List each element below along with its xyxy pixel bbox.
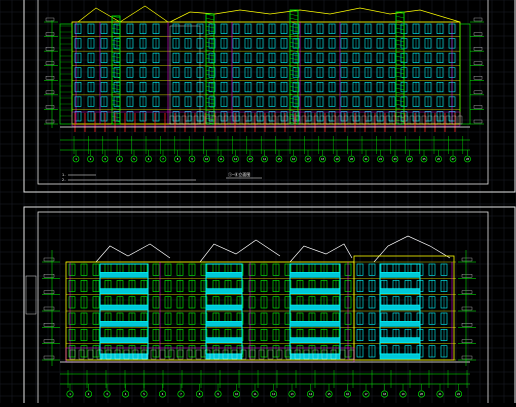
axis-number: 15	[327, 392, 331, 396]
axis-number: 12	[234, 157, 238, 161]
axis-number: 13	[290, 392, 294, 396]
balcony-rail	[289, 321, 341, 327]
axis-number: 16	[292, 157, 296, 161]
axis-number: 24	[408, 157, 412, 161]
axis-number: 19	[401, 392, 405, 396]
balcony-rail	[379, 353, 421, 360]
axis-number: 18	[321, 157, 325, 161]
balcony-rail	[289, 304, 341, 311]
balcony-rail	[379, 337, 421, 343]
balcony-rail	[289, 337, 341, 343]
balcony-rail	[205, 353, 243, 360]
axis-number: 10	[235, 392, 239, 396]
axis-number: 11	[219, 157, 223, 161]
balcony-rail	[99, 321, 149, 327]
axis-number: 21	[364, 157, 368, 161]
axis-number: 16	[346, 392, 350, 396]
axis-number: 14	[263, 157, 267, 161]
axis-number: 28	[466, 157, 470, 161]
axis-number: 22	[457, 392, 461, 396]
axis-number: 17	[306, 157, 310, 161]
balcony-rail	[289, 353, 341, 360]
note-line-1: 1.	[62, 173, 66, 177]
balcony-rail	[289, 288, 341, 294]
balcony-rail	[379, 272, 421, 278]
axis-number: 25	[422, 157, 426, 161]
axis-number: 13	[248, 157, 252, 161]
axis-number: 10	[205, 157, 209, 161]
balcony-rail	[205, 337, 243, 343]
balcony-rail	[205, 304, 243, 311]
balcony-rail	[205, 272, 243, 278]
balcony-rail	[99, 337, 149, 343]
cad-drawing-viewport[interactable]: 1 2 3 4 5 6 7 8 9 10 11 12 13 14 15 16 17 18 19 20 21 22 23 24 2…	[0, 0, 516, 407]
axis-number: 15	[277, 157, 281, 161]
balcony-rail	[205, 321, 243, 327]
balcony-rail	[99, 272, 149, 278]
axis-number: 11	[253, 392, 257, 396]
drawing-title-top: ①—⑧立面图	[228, 171, 250, 177]
balcony-rail	[289, 272, 341, 278]
axis-number: 20	[420, 392, 424, 396]
balcony-rail	[99, 304, 149, 311]
axis-number: 22	[379, 157, 383, 161]
axis-number: 14	[309, 392, 313, 396]
axis-number: 19	[335, 157, 339, 161]
balcony-rail	[379, 288, 421, 294]
balcony-rail	[205, 288, 243, 294]
axis-number: 23	[393, 157, 397, 161]
balcony-rail	[379, 304, 421, 311]
note-line-2: 2.	[62, 178, 66, 182]
axis-number: 17	[364, 392, 368, 396]
balcony-rail	[379, 321, 421, 327]
axis-number: 18	[383, 392, 387, 396]
axis-number: 21	[438, 392, 442, 396]
axis-number: 12	[272, 392, 276, 396]
axis-number: 20	[350, 157, 354, 161]
axis-number: 27	[451, 157, 455, 161]
viewport-background	[0, 0, 516, 403]
balcony-rail	[99, 288, 149, 294]
axis-number: 26	[437, 157, 441, 161]
